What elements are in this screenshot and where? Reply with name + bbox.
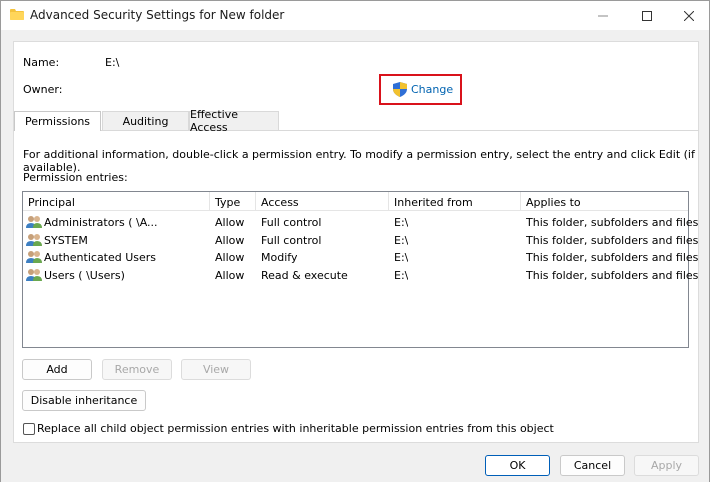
column-header-access[interactable]: Access	[256, 192, 389, 211]
cell-inherited-from: E:\	[394, 234, 409, 247]
replace-child-permissions-label[interactable]: Replace all child object permission entr…	[37, 422, 554, 435]
tab-effective-access[interactable]: Effective Access	[189, 108, 279, 134]
view-button[interactable]: View	[181, 359, 251, 380]
name-label: Name:	[23, 56, 60, 69]
cancel-button[interactable]: Cancel	[560, 455, 625, 476]
cell-principal: Users ( \Users)	[44, 269, 125, 282]
add-button[interactable]: Add	[22, 359, 92, 380]
users-icon	[26, 234, 42, 246]
cell-principal: SYSTEM	[44, 234, 88, 247]
table-row[interactable]: Administrators ( \A... Allow Full contro…	[23, 214, 698, 232]
cell-access: Read & execute	[261, 269, 348, 282]
list-header: Principal Type Access Inherited from App…	[23, 192, 688, 211]
minimize-icon	[598, 15, 608, 16]
cell-inherited-from: E:\	[394, 251, 409, 264]
cell-access: Modify	[261, 251, 298, 264]
table-row[interactable]: SYSTEM Allow Full control E:\ This folde…	[23, 232, 698, 250]
column-header-principal[interactable]: Principal	[23, 192, 210, 211]
tab-auditing[interactable]: Auditing	[102, 111, 189, 130]
cell-applies-to: This folder, subfolders and files	[526, 269, 699, 282]
cell-type: Allow	[215, 269, 245, 282]
cell-applies-to: This folder, subfolders and files	[526, 251, 699, 264]
column-header-inherited-from[interactable]: Inherited from	[389, 192, 521, 211]
cell-access: Full control	[261, 216, 322, 229]
table-row[interactable]: Authenticated Users Allow Modify E:\ Thi…	[23, 249, 698, 267]
disable-inheritance-button[interactable]: Disable inheritance	[22, 390, 146, 411]
minimize-button[interactable]	[581, 1, 625, 30]
maximize-button[interactable]	[625, 1, 669, 30]
cell-type: Allow	[215, 216, 245, 229]
remove-button[interactable]: Remove	[102, 359, 172, 380]
cell-principal: Authenticated Users	[44, 251, 157, 264]
cell-inherited-from: E:\	[394, 269, 409, 282]
cell-access: Full control	[261, 234, 322, 247]
column-header-applies-to[interactable]: Applies to	[521, 192, 688, 211]
users-icon	[26, 269, 42, 281]
cell-type: Allow	[215, 251, 245, 264]
table-row[interactable]: Users ( \Users) Allow Read & execute E:\…	[23, 267, 698, 285]
name-value: E:\	[105, 56, 120, 69]
users-icon	[26, 216, 42, 228]
cell-inherited-from: E:\	[394, 216, 409, 229]
ok-button[interactable]: OK	[485, 455, 550, 476]
close-icon	[684, 10, 694, 21]
change-owner-link[interactable]: Change	[379, 74, 462, 105]
tab-permissions[interactable]: Permissions	[14, 111, 101, 131]
folder-icon	[10, 9, 24, 20]
permission-entries-label: Permission entries:	[23, 171, 128, 184]
shield-icon	[393, 82, 407, 97]
cell-principal: Administrators ( \A...	[44, 216, 158, 229]
apply-button[interactable]: Apply	[634, 455, 699, 476]
cell-type: Allow	[215, 234, 245, 247]
dialog-window: Advanced Security Settings for New folde…	[0, 0, 710, 482]
close-button[interactable]	[667, 1, 710, 30]
cell-applies-to: This folder, subfolders and files	[526, 216, 699, 229]
users-icon	[26, 251, 42, 263]
column-header-type[interactable]: Type	[210, 192, 256, 211]
cell-applies-to: This folder, subfolders and files	[526, 234, 699, 247]
tab-divider	[13, 130, 699, 131]
owner-label: Owner:	[23, 83, 63, 96]
window-title: Advanced Security Settings for New folde…	[30, 8, 285, 22]
change-link-label: Change	[411, 83, 454, 96]
maximize-icon	[642, 10, 652, 21]
replace-child-permissions-checkbox[interactable]	[23, 423, 35, 435]
title-bar[interactable]: Advanced Security Settings for New folde…	[1, 1, 709, 30]
permission-entries-list[interactable]: Principal Type Access Inherited from App…	[22, 191, 698, 348]
